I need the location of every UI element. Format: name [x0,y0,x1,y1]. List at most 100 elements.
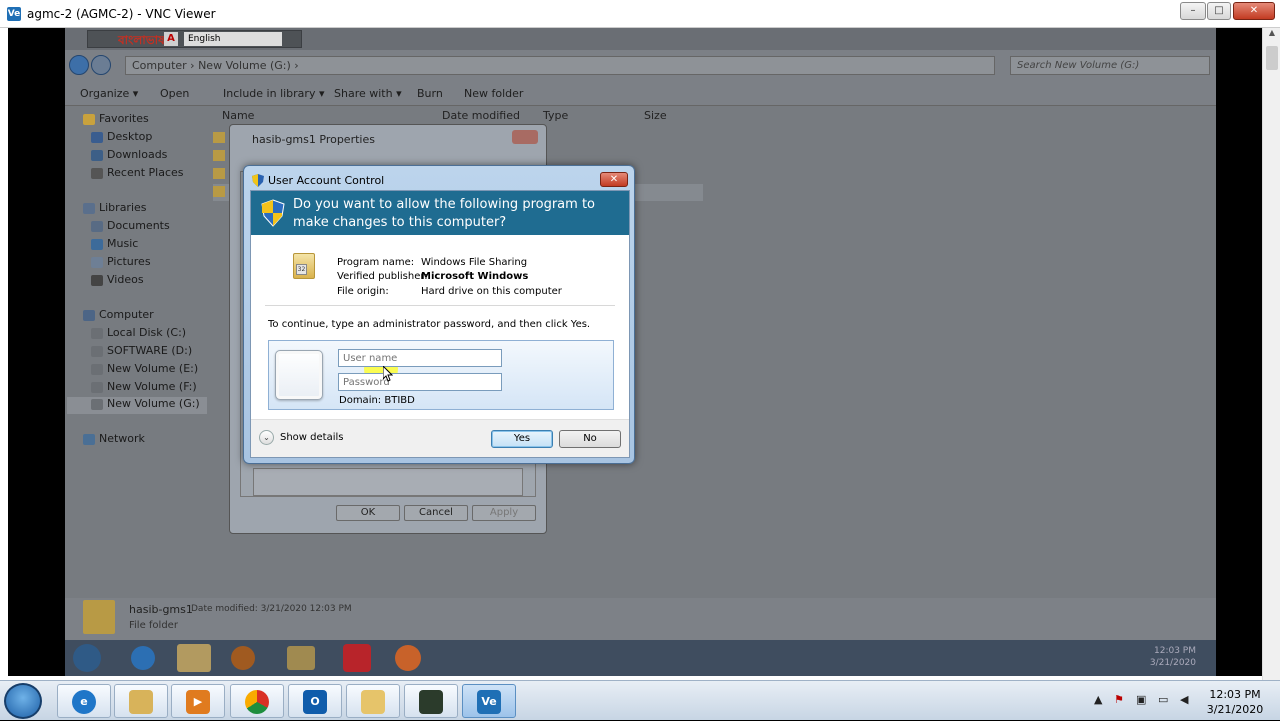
network-icon[interactable]: ▭ [1158,693,1168,706]
details-pane: hasib-gms1 Date modified: 3/21/2020 12:0… [65,598,1216,640]
minimize-button[interactable]: – [1180,2,1206,20]
close-button[interactable]: ✕ [1233,2,1275,20]
vnc-window-title: agmc-2 (AGMC-2) - VNC Viewer [27,7,216,21]
properties-box [253,468,523,496]
firefox-icon[interactable] [395,645,421,671]
drive-icon [91,346,103,357]
host-taskbar: e ▶ O Ve ▲ ⚑ ▣ ▭ ◀ 12:03 PM 3/21/2020 [0,680,1280,720]
taskbar-outlook[interactable]: O [288,684,342,718]
password-input[interactable] [338,373,502,391]
scroll-thumb[interactable] [1266,46,1278,70]
include-library-button[interactable]: Include in library ▾ [223,87,324,100]
properties-ok-button[interactable]: OK [336,505,400,521]
remote-desktop[interactable]: বাংলাভাষা A English Computer › New Volum… [8,28,1262,676]
nav-volume-g[interactable]: New Volume (G:) [67,397,207,414]
media-player-icon[interactable] [231,646,255,670]
app-icon[interactable] [287,646,315,670]
organize-button[interactable]: Organize ▾ [80,87,138,100]
remote-taskbar: 12:03 PM 3/21/2020 [65,640,1216,676]
remote-tray-clock: 12:03 PM 3/21/2020 [1149,646,1196,668]
uac-question: Do you want to allow the following progr… [293,197,595,230]
media-player-icon: ▶ [186,690,210,714]
music-icon [91,239,103,250]
column-size[interactable]: Size [644,109,667,122]
yes-button[interactable]: Yes [491,430,553,448]
back-button[interactable] [69,55,89,75]
flag-icon[interactable]: ⚑ [1114,693,1124,706]
opera-icon[interactable] [343,644,371,672]
drive-icon [91,382,103,393]
tray-expand-icon[interactable]: ▲ [1094,693,1102,706]
taskbar-files[interactable] [346,684,400,718]
folder-icon [213,186,225,197]
chrome-icon [245,690,269,714]
drive-icon [91,328,103,339]
domain-label: Domain: BTIBD [339,395,415,406]
user-avatar [275,350,323,400]
show-details-label[interactable]: Show details [280,432,343,443]
taskbar-chrome[interactable] [230,684,284,718]
clock[interactable]: 12:03 PM 3/21/2020 [1200,687,1270,717]
ie-icon: e [72,690,96,714]
folder-icon [213,132,225,143]
uac-header: Do you want to allow the following progr… [251,191,629,235]
navigation-pane: Favorites Desktop Downloads Recent Place… [65,106,210,598]
libraries-icon [83,203,95,214]
power-icon[interactable]: ▣ [1136,693,1146,706]
breadcrumb[interactable]: Computer › New Volume (G:) › [125,56,995,75]
column-name[interactable]: Name [222,109,254,122]
share-with-button[interactable]: Share with ▾ [334,87,402,100]
search-input[interactable]: Search New Volume (G:) [1010,56,1210,75]
taskbar-media-player[interactable]: ▶ [171,684,225,718]
drive-icon [91,364,103,375]
star-icon [83,114,95,125]
properties-title: hasib-gms1 Properties [252,133,375,146]
taskbar-vnc-viewer[interactable]: Ve [462,684,516,718]
ie-icon[interactable] [131,646,155,670]
properties-close-button[interactable] [512,130,538,144]
vnc-title-bar: Ve agmc-2 (AGMC-2) - VNC Viewer – □ ✕ [0,0,1280,28]
uac-content: Do you want to allow the following progr… [250,190,630,458]
column-type[interactable]: Type [543,109,568,122]
uac-dialog: User Account Control ✕ Do you want to al… [243,165,635,464]
details-modified: Date modified: 3/21/2020 12:03 PM [191,604,352,614]
burn-button[interactable]: Burn [417,87,443,100]
start-button[interactable] [4,683,42,719]
properties-apply-button[interactable]: Apply [472,505,536,521]
open-button[interactable]: Open [160,87,189,100]
adobe-icon: A [164,32,178,46]
language-select[interactable]: English [184,32,282,46]
language-bar[interactable]: বাংলাভাষা A English [87,30,302,48]
taskbar-explorer[interactable] [114,684,168,718]
chevron-down-icon[interactable]: ⌄ [259,430,274,445]
column-date[interactable]: Date modified [442,109,520,122]
taskbar-terminal[interactable] [404,684,458,718]
maximize-button[interactable]: □ [1207,2,1231,20]
properties-cancel-button[interactable]: Cancel [404,505,468,521]
downloads-icon [91,150,103,161]
uac-close-button[interactable]: ✕ [600,172,628,187]
network-icon [83,434,95,445]
new-folder-button[interactable]: New folder [464,87,523,100]
drive-icon [91,399,103,410]
program-name-label: Program name: [337,257,415,268]
no-button[interactable]: No [559,430,621,448]
folder-icon [83,600,115,634]
remote-start-icon[interactable] [73,644,101,672]
volume-icon[interactable]: ◀ [1180,693,1188,706]
terminal-icon [419,690,443,714]
scroll-up-icon[interactable]: ▲ [1263,28,1280,44]
desktop-icon [91,132,103,143]
publisher-value: Microsoft Windows [421,271,529,282]
taskbar-ie[interactable]: e [57,684,111,718]
username-input[interactable] [338,349,502,367]
forward-button[interactable] [91,55,111,75]
videos-icon [91,275,103,286]
bengali-label: বাংলাভাষা [118,33,169,47]
outlook-icon: O [303,690,327,714]
file-origin-label: File origin: [337,286,389,297]
shield-icon [261,199,285,227]
explorer-icon[interactable] [177,644,211,672]
vnc-scrollbar[interactable]: ▲ [1262,28,1280,680]
credential-tile: Domain: BTIBD [268,340,614,410]
